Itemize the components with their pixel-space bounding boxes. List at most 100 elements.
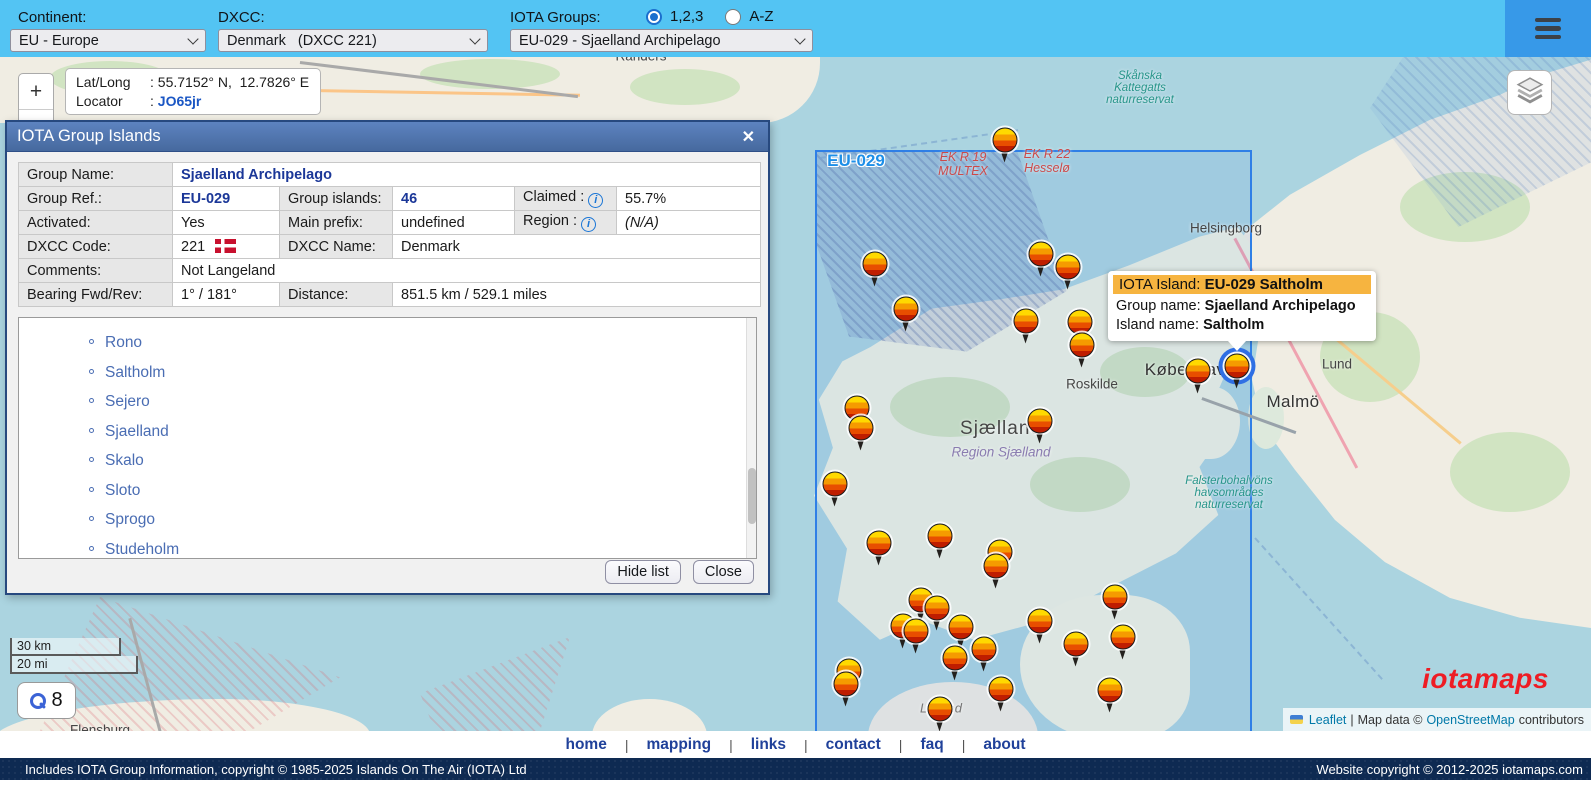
table-row: Comments: Not Langeland xyxy=(18,258,761,283)
island-marker[interactable] xyxy=(983,553,1009,589)
island-marker[interactable] xyxy=(1055,254,1081,290)
radio-az[interactable] xyxy=(725,8,742,25)
group-name-value: Sjaelland Archipelago xyxy=(172,162,761,187)
footer-nav-about[interactable]: about xyxy=(965,736,1043,754)
island-link[interactable]: Rono xyxy=(105,334,142,351)
island-marker[interactable] xyxy=(1110,624,1136,660)
table-row: Group Name: Sjaelland Archipelago xyxy=(18,162,761,187)
island-marker[interactable] xyxy=(927,696,953,731)
layers-control[interactable] xyxy=(1507,70,1552,115)
tooltip-header: IOTA Island: EU-029 Saltholm xyxy=(1113,275,1371,294)
island-marker[interactable] xyxy=(948,614,974,650)
island-marker[interactable] xyxy=(1185,358,1211,394)
island-marker[interactable] xyxy=(866,530,892,566)
leaflet-link[interactable]: Leaflet xyxy=(1309,713,1347,727)
island-marker[interactable] xyxy=(822,471,848,507)
group-ref-label: Group Ref.: xyxy=(18,186,173,211)
island-marker[interactable] xyxy=(1013,308,1039,344)
latlong-value: 55.7152° N, 12.7826° E xyxy=(157,74,310,90)
continent-select[interactable]: EU - Europe xyxy=(10,29,206,52)
island-marker[interactable] xyxy=(893,296,919,332)
iota-group-value: EU-029 - Sjaelland Archipelago xyxy=(519,32,721,49)
dxcc-value: Denmark (DXCC 221) xyxy=(227,32,377,49)
island-marker[interactable] xyxy=(1027,408,1053,444)
island-list-box: Rono Saltholm Sejero Sjaelland Skalo Sloto Spr… xyxy=(18,317,757,559)
footer-nav: home | mapping | links | contact | faq | about xyxy=(547,736,1043,754)
region-value: (N/A) xyxy=(616,210,761,235)
island-link[interactable]: Sloto xyxy=(105,482,140,499)
island-link[interactable]: Studeholm xyxy=(105,541,179,558)
zoom-in-button[interactable]: + xyxy=(19,74,53,110)
group-ref-value[interactable]: EU-029 xyxy=(172,186,280,211)
footer-nav-mapping[interactable]: mapping xyxy=(628,736,729,754)
continent-label: Continent: xyxy=(18,9,87,26)
danger-area-hatch xyxy=(420,637,570,731)
zoom-level-value: 8 xyxy=(51,689,63,711)
island-marker[interactable] xyxy=(942,645,968,681)
dxcc-select[interactable]: Denmark (DXCC 221) xyxy=(218,29,488,52)
dialog-title-text: IOTA Group Islands xyxy=(17,127,161,145)
table-row: Activated: Yes Main prefix: undefined Re… xyxy=(18,210,761,235)
island-link[interactable]: Sprogo xyxy=(105,511,155,528)
island-marker[interactable] xyxy=(971,636,997,672)
island-link[interactable]: Skalo xyxy=(105,452,144,469)
dialog-titlebar[interactable]: IOTA Group Islands ✕ xyxy=(7,122,768,152)
footer-nav-faq[interactable]: faq xyxy=(902,736,961,754)
island-marker[interactable] xyxy=(924,595,950,631)
locator-colon: : xyxy=(150,93,154,109)
island-marker[interactable] xyxy=(862,251,888,287)
tooltip-island-value: Saltholm xyxy=(1203,317,1265,333)
openstreetmap-link[interactable]: OpenStreetMap xyxy=(1426,713,1514,727)
menu-button[interactable] xyxy=(1505,0,1591,57)
group-sort-radios: 1,2,3 A-Z xyxy=(646,8,788,25)
tooltip-group-line: Group name: Sjaelland Archipelago xyxy=(1113,297,1371,316)
info-icon[interactable]: i xyxy=(588,193,604,208)
table-row: DXCC Code: 221 DXCC Name: Denmark xyxy=(18,234,761,259)
island-marker[interactable] xyxy=(833,671,859,707)
scrollbar-thumb[interactable] xyxy=(748,468,756,524)
iota-group-select[interactable]: EU-029 - Sjaelland Archipelago xyxy=(510,29,813,52)
tooltip-title-label: IOTA Island: xyxy=(1119,276,1201,293)
locator-value[interactable]: JO65jr xyxy=(158,93,202,109)
hide-list-button[interactable]: Hide list xyxy=(605,560,681,584)
close-icon[interactable]: ✕ xyxy=(739,127,758,147)
island-marker[interactable] xyxy=(1027,608,1053,644)
island-marker[interactable] xyxy=(1102,584,1128,620)
dialog-buttons: Hide list Close xyxy=(605,560,754,584)
radio-123[interactable] xyxy=(646,8,662,25)
bearing-label: Bearing Fwd/Rev: xyxy=(18,282,173,307)
tooltip-group-label: Group name: xyxy=(1116,298,1201,314)
island-marker[interactable] xyxy=(988,676,1014,712)
list-scrollbar[interactable] xyxy=(746,318,756,558)
footer-nav-home[interactable]: home xyxy=(547,736,624,754)
locator-label: Locator xyxy=(76,93,123,109)
claimed-label: Claimed :i xyxy=(514,186,617,211)
island-marker[interactable] xyxy=(1028,241,1054,277)
info-icon[interactable]: i xyxy=(581,217,597,232)
island-marker[interactable] xyxy=(1097,677,1123,713)
close-button[interactable]: Close xyxy=(692,560,754,584)
island-marker[interactable] xyxy=(1063,631,1089,667)
radio-123-label: 1,2,3 xyxy=(670,8,704,25)
main-prefix-value: undefined xyxy=(392,210,515,235)
island-marker[interactable] xyxy=(927,523,953,559)
footer-nav-contact[interactable]: contact xyxy=(808,736,899,754)
island-marker[interactable] xyxy=(992,127,1018,163)
activated-value: Yes xyxy=(172,210,280,235)
footer-nav-links[interactable]: links xyxy=(733,736,804,754)
island-marker[interactable] xyxy=(903,618,929,654)
island-link[interactable]: Saltholm xyxy=(105,364,165,381)
island-marker[interactable] xyxy=(1069,332,1095,368)
comments-value: Not Langeland xyxy=(172,258,761,283)
island-link[interactable]: Sejero xyxy=(105,393,150,410)
bullet-icon xyxy=(89,545,94,551)
island-marker[interactable] xyxy=(1067,309,1093,345)
island-link[interactable]: Sjaelland xyxy=(105,423,169,440)
island-marker[interactable] xyxy=(848,415,874,451)
hamburger-icon xyxy=(1535,17,1561,23)
iota-groups-label: IOTA Groups: xyxy=(510,9,601,26)
selected-island-marker[interactable] xyxy=(1224,353,1250,389)
bullet-icon xyxy=(89,368,94,374)
group-name-label: Group Name: xyxy=(18,162,173,187)
iota-group-rectangle[interactable] xyxy=(815,150,1252,731)
